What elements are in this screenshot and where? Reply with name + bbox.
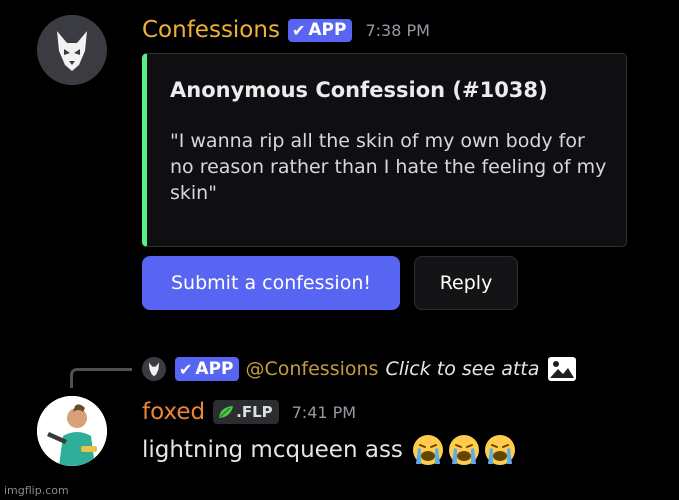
user-avatar[interactable] (37, 396, 107, 466)
reply-snippet[interactable]: Click to see atta (385, 358, 539, 380)
reply-preview[interactable]: ✔ APP @Confessions Click to see atta (142, 355, 577, 383)
loudly-crying-face-icon[interactable] (483, 433, 517, 467)
user-username[interactable]: foxed (142, 399, 205, 425)
guild-tag-badge[interactable]: .FLP (213, 400, 279, 424)
loudly-crying-face-icon[interactable] (447, 433, 481, 467)
app-badge: ✔ APP (287, 18, 353, 42)
bot-message-header: Confessions ✔ APP 7:38 PM (142, 14, 430, 46)
reply-connector-line (70, 368, 132, 388)
submit-confession-button[interactable]: Submit a confession! (142, 256, 400, 310)
guild-tag-label: .FLP (236, 403, 273, 421)
fox-logo-icon (37, 15, 107, 85)
user-message-content: lightning mcqueen ass (142, 433, 517, 467)
checkmark-icon: ✔ (179, 359, 193, 379)
bot-username[interactable]: Confessions (142, 17, 280, 43)
embed-description: "I wanna rip all the skin of my own body… (170, 130, 607, 204)
user-message-header: foxed .FLP 7:41 PM (142, 396, 356, 428)
embed-title: Anonymous Confession (#1038) (170, 78, 548, 102)
replied-bot-avatar (142, 357, 166, 381)
imgflip-watermark: imgflip.com (4, 484, 69, 497)
reply-mention[interactable]: @Confessions (245, 358, 378, 380)
reply-app-badge-label: APP (195, 358, 234, 379)
app-badge-label: APP (308, 19, 347, 40)
user-message-timestamp[interactable]: 7:41 PM (292, 403, 356, 422)
user-photo (37, 396, 107, 466)
bot-avatar[interactable] (37, 15, 107, 85)
loudly-crying-face-icon[interactable] (411, 433, 445, 467)
confession-embed: Anonymous Confession (#1038) "I wanna ri… (142, 53, 627, 247)
fox-logo-icon (142, 357, 166, 381)
reply-button[interactable]: Reply (414, 256, 518, 310)
reply-app-badge: ✔ APP (175, 357, 240, 381)
message-text: lightning mcqueen ass (142, 437, 403, 463)
leaf-icon (219, 406, 234, 418)
bot-message-timestamp[interactable]: 7:38 PM (365, 21, 429, 40)
image-icon (548, 357, 577, 381)
checkmark-icon: ✔ (291, 20, 306, 40)
